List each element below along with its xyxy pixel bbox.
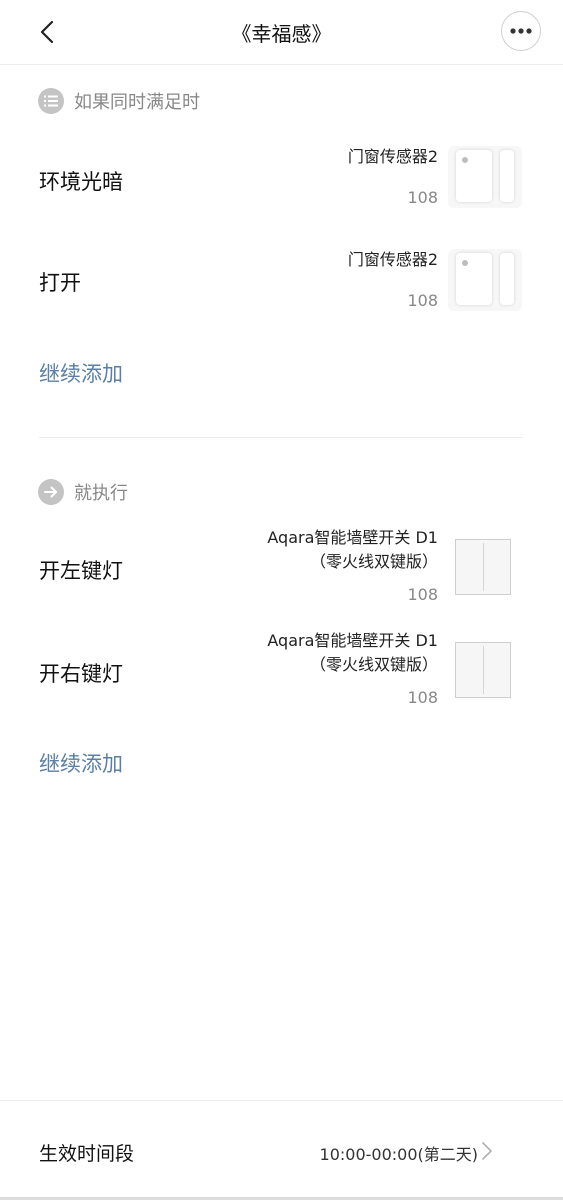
chevron-right-icon xyxy=(482,1142,492,1160)
wall-switch-image xyxy=(455,642,511,698)
device-room: 108 xyxy=(407,188,438,207)
conditions-section-header: 如果同时满足时 xyxy=(38,87,200,115)
actions-section-header: 就执行 xyxy=(38,478,128,506)
device-name: 门窗传感器2 xyxy=(347,250,438,269)
device-name-line1: Aqara智能墙壁开关 D1 xyxy=(267,631,438,650)
device-room: 108 xyxy=(407,585,438,604)
effective-time-value: 10:00-00:00(第二天) xyxy=(319,1145,478,1164)
door-window-sensor-image xyxy=(448,146,522,208)
condition-row-2[interactable]: 打开 门窗传感器2 108 xyxy=(0,233,563,333)
arrow-right-icon xyxy=(38,479,64,505)
action-label: 开左键灯 xyxy=(39,559,123,583)
condition-label: 打开 xyxy=(39,271,81,295)
page-title: 《幸福感》 xyxy=(231,22,332,46)
wall-switch-image xyxy=(455,539,511,595)
condition-label: 环境光暗 xyxy=(39,170,123,194)
conditions-section-label: 如果同时满足时 xyxy=(74,92,200,113)
action-label: 开右键灯 xyxy=(39,662,123,686)
device-name-line1: Aqara智能墙壁开关 D1 xyxy=(267,528,438,547)
device-room: 108 xyxy=(407,688,438,707)
action-row-1[interactable]: 开左键灯 Aqara智能墙壁开关 D1 （零火线双键版） 108 xyxy=(0,525,563,620)
device-name: 门窗传感器2 xyxy=(347,147,438,166)
door-window-sensor-image xyxy=(448,249,522,311)
section-divider xyxy=(39,437,523,438)
effective-time-row[interactable]: 生效时间段 10:00-00:00(第二天) xyxy=(0,1100,563,1201)
add-action-link[interactable]: 继续添加 xyxy=(39,748,123,778)
list-icon xyxy=(38,88,64,114)
more-horizontal-icon xyxy=(510,28,532,34)
device-name-line2: （零火线双键版） xyxy=(309,655,438,674)
add-condition-link[interactable]: 继续添加 xyxy=(39,358,123,388)
app-header: 《幸福感》 xyxy=(0,0,563,65)
effective-time-label: 生效时间段 xyxy=(39,1143,135,1165)
action-row-2[interactable]: 开右键灯 Aqara智能墙壁开关 D1 （零火线双键版） 108 xyxy=(0,628,563,723)
device-name-line2: （零火线双键版） xyxy=(309,552,438,571)
more-button[interactable] xyxy=(501,11,541,51)
device-room: 108 xyxy=(407,291,438,310)
actions-section-label: 就执行 xyxy=(74,483,128,504)
condition-row-1[interactable]: 环境光暗 门窗传感器2 108 xyxy=(0,130,563,230)
